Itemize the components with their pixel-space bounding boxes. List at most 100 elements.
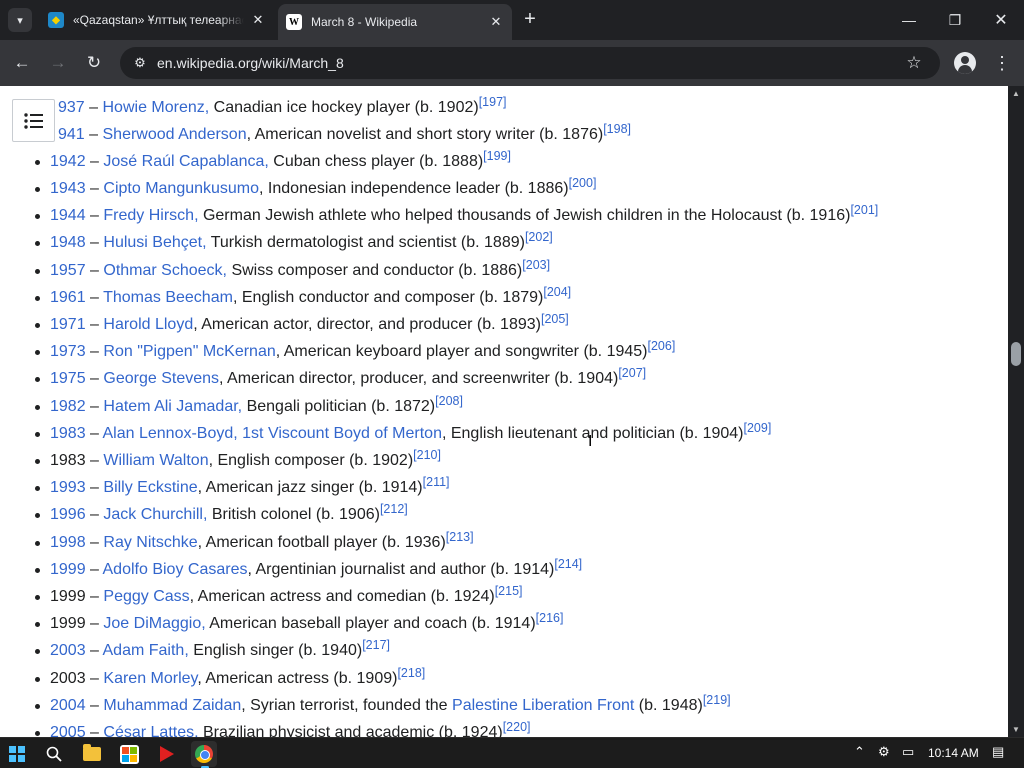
citation-link[interactable]: [207] [618, 366, 646, 380]
citation-link[interactable]: [206] [647, 339, 675, 353]
file-explorer-button[interactable] [79, 741, 105, 767]
citation-link[interactable]: [215] [495, 584, 523, 598]
url-text[interactable]: en.wikipedia.org/wiki/March_8 [157, 55, 902, 71]
person-link[interactable]: Hatem Ali Jamadar, [103, 398, 242, 415]
year-link[interactable]: 1982 [50, 398, 86, 415]
microsoft-store-button[interactable] [116, 741, 142, 767]
person-link[interactable]: Alan Lennox-Boyd, 1st Viscount Boyd of M… [103, 425, 442, 442]
person-link[interactable]: José Raúl Capablanca, [103, 153, 268, 170]
citation-link[interactable]: [211] [423, 475, 450, 489]
scroll-down-arrow-icon[interactable]: ▼ [1012, 725, 1020, 734]
year-link[interactable]: 1973 [50, 343, 86, 360]
start-button[interactable] [4, 741, 30, 767]
person-link[interactable]: Muhammad Zaidan [103, 697, 241, 714]
year-link[interactable]: 1944 [50, 207, 86, 224]
year-link[interactable]: 1993 [50, 479, 86, 496]
person-link[interactable]: Harold Lloyd [103, 316, 193, 333]
year-link[interactable]: 1975 [50, 370, 86, 387]
citation-link[interactable]: [214] [554, 557, 582, 571]
minimize-icon[interactable]: — [897, 8, 921, 32]
organization-link[interactable]: Palestine Liberation Front [452, 697, 634, 714]
citation-link[interactable]: [208] [435, 394, 463, 408]
person-link[interactable]: Peggy Cass [103, 588, 189, 605]
citation-link[interactable]: [199] [483, 149, 511, 163]
back-arrow-icon[interactable]: ← [10, 51, 34, 75]
scrollbar-thumb[interactable] [1011, 342, 1021, 366]
close-tab-icon[interactable]: ✕ [488, 14, 504, 30]
citation-link[interactable]: [200] [569, 176, 597, 190]
year-link[interactable]: 2003 [50, 642, 86, 659]
citation-link[interactable]: [204] [543, 285, 571, 299]
taskbar-search-button[interactable] [41, 741, 67, 767]
citation-link[interactable]: [205] [541, 312, 569, 326]
clock[interactable]: 10:14 AM [928, 746, 979, 760]
citation-link[interactable]: [212] [380, 502, 408, 516]
citation-link[interactable]: [203] [522, 258, 550, 272]
person-link[interactable]: Thomas Beecham [103, 289, 233, 306]
citation-link[interactable]: [202] [525, 230, 553, 244]
person-link[interactable]: Karen Morley [103, 670, 197, 687]
person-link[interactable]: Sherwood Anderson [103, 126, 247, 143]
scroll-up-arrow-icon[interactable]: ▲ [1012, 89, 1020, 98]
person-link[interactable]: Ray Nitschke [103, 534, 197, 551]
citation-link[interactable]: [219] [703, 693, 731, 707]
citation-link[interactable]: [217] [362, 638, 390, 652]
chrome-taskbar-button[interactable] [191, 741, 217, 768]
person-link[interactable]: Joe DiMaggio, [103, 615, 205, 632]
year-link[interactable]: 2005 [50, 724, 86, 737]
site-info-icon[interactable]: ⚙ [130, 55, 150, 71]
year-link[interactable]: 937 [58, 99, 85, 116]
citation-link[interactable]: [213] [446, 530, 474, 544]
citation-link[interactable]: [218] [397, 666, 425, 680]
person-link[interactable]: Hulusi Behçet, [103, 234, 206, 251]
reload-icon[interactable]: ↻ [82, 51, 106, 75]
tab-qazaqstan[interactable]: ◆ «Qazaqstan» Ұлттық телеарнасы ✕ [40, 4, 274, 36]
close-tab-icon[interactable]: ✕ [250, 12, 266, 28]
table-of-contents-toggle[interactable] [12, 99, 55, 142]
year-link[interactable]: 941 [58, 126, 85, 143]
person-link[interactable]: Jack Churchill, [103, 506, 207, 523]
year-link[interactable]: 1961 [50, 289, 86, 306]
bookmark-star-icon[interactable]: ☆ [902, 53, 926, 73]
address-bar[interactable]: ⚙ en.wikipedia.org/wiki/March_8 ☆ [120, 47, 940, 79]
kebab-menu-icon[interactable]: ⋮ [993, 51, 1011, 75]
notifications-icon[interactable]: ▤ [992, 744, 1004, 760]
person-link[interactable]: Cipto Mangunkusumo [103, 180, 259, 197]
citation-link[interactable]: [216] [536, 611, 564, 625]
person-link[interactable]: Adam Faith, [103, 642, 189, 659]
citation-link[interactable]: [220] [503, 720, 531, 734]
forward-arrow-icon[interactable]: → [46, 51, 70, 75]
person-link[interactable]: Othmar Schoeck, [103, 262, 227, 279]
person-link[interactable]: Billy Eckstine [103, 479, 197, 496]
citation-link[interactable]: [209] [744, 421, 772, 435]
person-link[interactable]: Fredy Hirsch, [103, 207, 198, 224]
year-link[interactable]: 1998 [50, 534, 86, 551]
new-tab-plus-icon[interactable]: + [520, 9, 540, 30]
person-link[interactable]: César Lattes, [103, 724, 198, 737]
year-link[interactable]: 2004 [50, 697, 86, 714]
person-link[interactable]: Adolfo Bioy Casares [103, 561, 248, 578]
citation-link[interactable]: [201] [850, 203, 878, 217]
network-icon[interactable]: ⚙ [878, 744, 890, 760]
person-link[interactable]: Ron "Pigpen" McKernan [103, 343, 275, 360]
year-link[interactable]: 1948 [50, 234, 86, 251]
profile-avatar-icon[interactable] [954, 52, 976, 74]
year-link[interactable]: 1996 [50, 506, 86, 523]
year-link[interactable]: 1942 [50, 153, 86, 170]
person-link[interactable]: George Stevens [103, 370, 219, 387]
restore-icon[interactable]: ❐ [943, 8, 967, 32]
year-link[interactable]: 1971 [50, 316, 86, 333]
year-link[interactable]: 1943 [50, 180, 86, 197]
tab-march-8-wikipedia[interactable]: W March 8 - Wikipedia ✕ [278, 4, 512, 40]
year-link[interactable]: 1983 [50, 425, 86, 442]
chevron-up-icon[interactable]: ⌃ [854, 744, 865, 760]
citation-link[interactable]: [198] [603, 122, 631, 136]
citation-link[interactable]: [210] [413, 448, 441, 462]
close-window-icon[interactable]: ✕ [989, 8, 1013, 32]
tab-search-dropdown-icon[interactable]: ▾ [8, 8, 32, 32]
person-link[interactable]: Howie Morenz, [103, 99, 210, 116]
page-scrollbar[interactable]: ▲ ▼ [1008, 86, 1024, 737]
person-link[interactable]: William Walton [103, 452, 208, 469]
year-link[interactable]: 1957 [50, 262, 86, 279]
citation-link[interactable]: [197] [479, 95, 507, 109]
